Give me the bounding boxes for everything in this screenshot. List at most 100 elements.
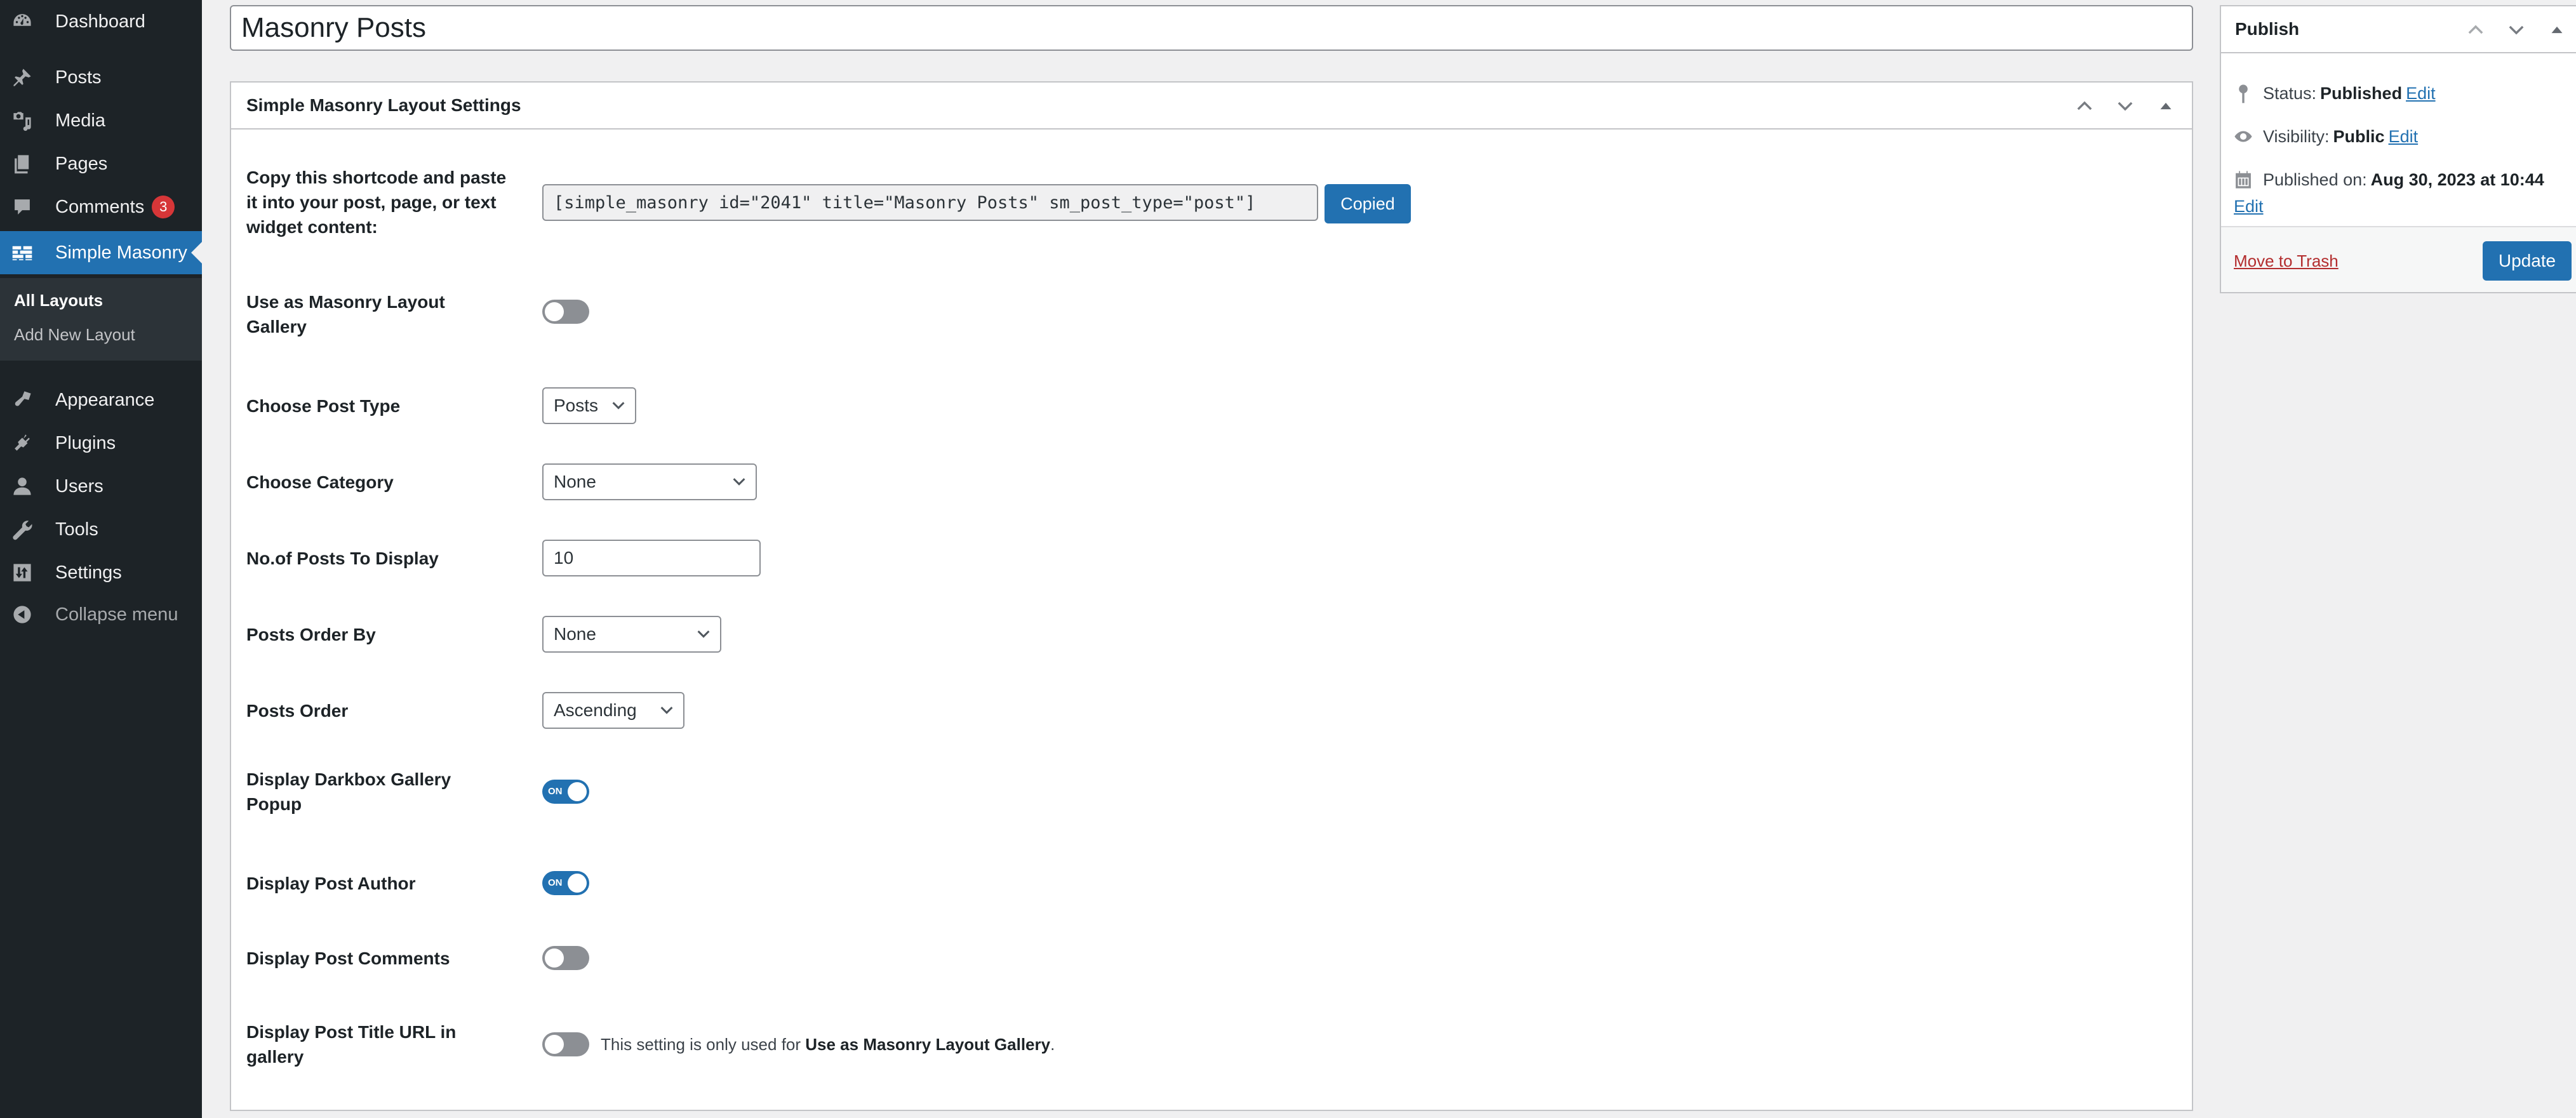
settings-icon [11, 561, 34, 584]
comments-toggle[interactable] [542, 946, 589, 970]
publish-actions: Move to Trash Update [2221, 226, 2576, 292]
simple-masonry-submenu: All Layouts Add New Layout [0, 278, 202, 361]
wrench-icon [11, 518, 34, 541]
collapse-icon [11, 603, 34, 626]
masonry-icon [11, 241, 34, 264]
publish-box-actions [2462, 6, 2570, 53]
posts-count-input[interactable]: 10 [542, 540, 761, 576]
sidebar-item-appearance[interactable]: Appearance [0, 378, 202, 422]
category-select[interactable]: None [542, 463, 757, 500]
category-label: Choose Category [246, 472, 394, 492]
submenu-all-layouts[interactable]: All Layouts [14, 291, 103, 310]
settings-box-title: Simple Masonry Layout Settings [246, 95, 521, 115]
post-type-select[interactable]: Posts [542, 387, 636, 424]
author-label: Display Post Author [246, 874, 416, 893]
order-by-value: None [554, 624, 596, 644]
pin-icon [2239, 84, 2248, 103]
sidebar-item-label: Collapse menu [55, 604, 178, 625]
category-value: None [554, 472, 596, 491]
order-label: Posts Order [246, 701, 349, 721]
dashboard-icon [11, 10, 34, 33]
calendar-icon [2236, 171, 2251, 189]
edit-visibility-link[interactable]: Edit [2389, 127, 2419, 147]
toggle-panel-icon[interactable] [2544, 17, 2570, 43]
use-gallery-label: Use as Masonry Layout Gallery [246, 292, 445, 336]
title-url-note: This setting is only used for Use as Mas… [601, 1035, 1055, 1054]
title-url-toggle[interactable] [542, 1032, 589, 1056]
masonry-settings-box: Simple Masonry Layout Settings Copy this… [230, 81, 2193, 1111]
edit-status-link[interactable]: Edit [2406, 84, 2436, 103]
sidebar-item-label: Appearance [55, 389, 155, 410]
sidebar-item-label: Posts [55, 67, 102, 88]
sidebar-item-label: Settings [55, 562, 122, 583]
toggle-on-text: ON [548, 877, 563, 888]
shortcode-label: Copy this shortcode and paste it into yo… [246, 168, 507, 237]
sidebar-item-settings[interactable]: Settings [0, 551, 202, 594]
pages-icon [11, 152, 34, 175]
move-up-icon[interactable] [2462, 17, 2489, 43]
sidebar-item-dashboard[interactable]: Dashboard [0, 0, 202, 43]
comment-icon [11, 196, 34, 218]
submenu-add-new-layout[interactable]: Add New Layout [14, 325, 135, 345]
chevron-down-icon [612, 402, 625, 409]
chevron-down-icon [660, 707, 673, 714]
visibility-value: Public [2333, 126, 2385, 146]
title-url-label: Display Post Title URL in gallery [246, 1022, 457, 1067]
settings-box-actions [2071, 83, 2179, 130]
sidebar-item-plugins[interactable]: Plugins [0, 422, 202, 465]
order-select[interactable]: Ascending [542, 692, 684, 729]
toggle-knob [545, 1035, 564, 1054]
shortcode-field[interactable]: [simple_masonry id="2041" title="Masonry… [542, 184, 1318, 221]
copy-shortcode-button[interactable]: Copied [1325, 184, 1411, 223]
sidebar-item-media[interactable]: Media [0, 99, 202, 142]
post-title-input[interactable]: Masonry Posts [230, 5, 2193, 51]
sidebar-item-comments[interactable]: Comments 3 [0, 185, 202, 229]
chevron-down-icon [733, 478, 745, 486]
darkbox-toggle[interactable]: ON [542, 780, 589, 804]
sidebar-item-label: Plugins [55, 432, 116, 453]
admin-sidebar: Dashboard Posts Media Pages Comments 3 S… [0, 0, 202, 1118]
move-down-icon[interactable] [2112, 93, 2139, 119]
post-type-value: Posts [554, 396, 599, 415]
user-icon [11, 475, 34, 498]
sidebar-item-label: Simple Masonry [55, 242, 187, 263]
toggle-panel-icon[interactable] [2152, 93, 2179, 119]
author-toggle[interactable]: ON [542, 871, 589, 895]
media-icon [11, 109, 34, 132]
move-up-icon[interactable] [2071, 93, 2098, 119]
sidebar-item-label: Comments [55, 196, 145, 217]
settings-box-header: Simple Masonry Layout Settings [231, 83, 2192, 130]
order-by-select[interactable]: None [542, 616, 721, 653]
sidebar-item-label: Tools [55, 519, 98, 540]
posts-count-label: No.of Posts To Display [246, 549, 439, 568]
sidebar-item-label: Users [55, 476, 103, 496]
sidebar-item-posts[interactable]: Posts [0, 56, 202, 99]
sidebar-item-label: Media [55, 110, 105, 131]
order-value: Ascending [554, 700, 637, 720]
toggle-knob [568, 874, 587, 893]
paintbrush-icon [11, 389, 34, 411]
sidebar-item-label: Dashboard [55, 11, 145, 32]
sidebar-item-simple-masonry[interactable]: Simple Masonry [0, 231, 202, 274]
darkbox-label: Display Darkbox Gallery Popup [246, 769, 451, 814]
collapse-menu-button[interactable]: Collapse menu [0, 593, 202, 636]
comments-count-badge: 3 [152, 196, 175, 218]
chevron-down-icon [697, 630, 710, 638]
move-to-trash-link[interactable]: Move to Trash [2234, 251, 2339, 271]
toggle-knob [545, 302, 564, 321]
toggle-on-text: ON [548, 786, 563, 797]
sidebar-item-users[interactable]: Users [0, 465, 202, 508]
sidebar-item-label: Pages [55, 153, 108, 174]
use-gallery-toggle[interactable] [542, 300, 589, 324]
published-date: Aug 30, 2023 at 10:44 [2370, 170, 2544, 189]
comments-label: Display Post Comments [246, 948, 450, 968]
sidebar-item-pages[interactable]: Pages [0, 142, 202, 185]
order-by-label: Posts Order By [246, 625, 376, 644]
move-down-icon[interactable] [2503, 17, 2530, 43]
sidebar-item-tools[interactable]: Tools [0, 508, 202, 551]
edit-date-link[interactable]: Edit [2234, 197, 2264, 216]
plugin-icon [11, 432, 34, 455]
eye-icon [2234, 131, 2252, 142]
update-button[interactable]: Update [2483, 241, 2572, 281]
publish-box: Publish Status: Published Edit Visibilit… [2220, 5, 2576, 293]
